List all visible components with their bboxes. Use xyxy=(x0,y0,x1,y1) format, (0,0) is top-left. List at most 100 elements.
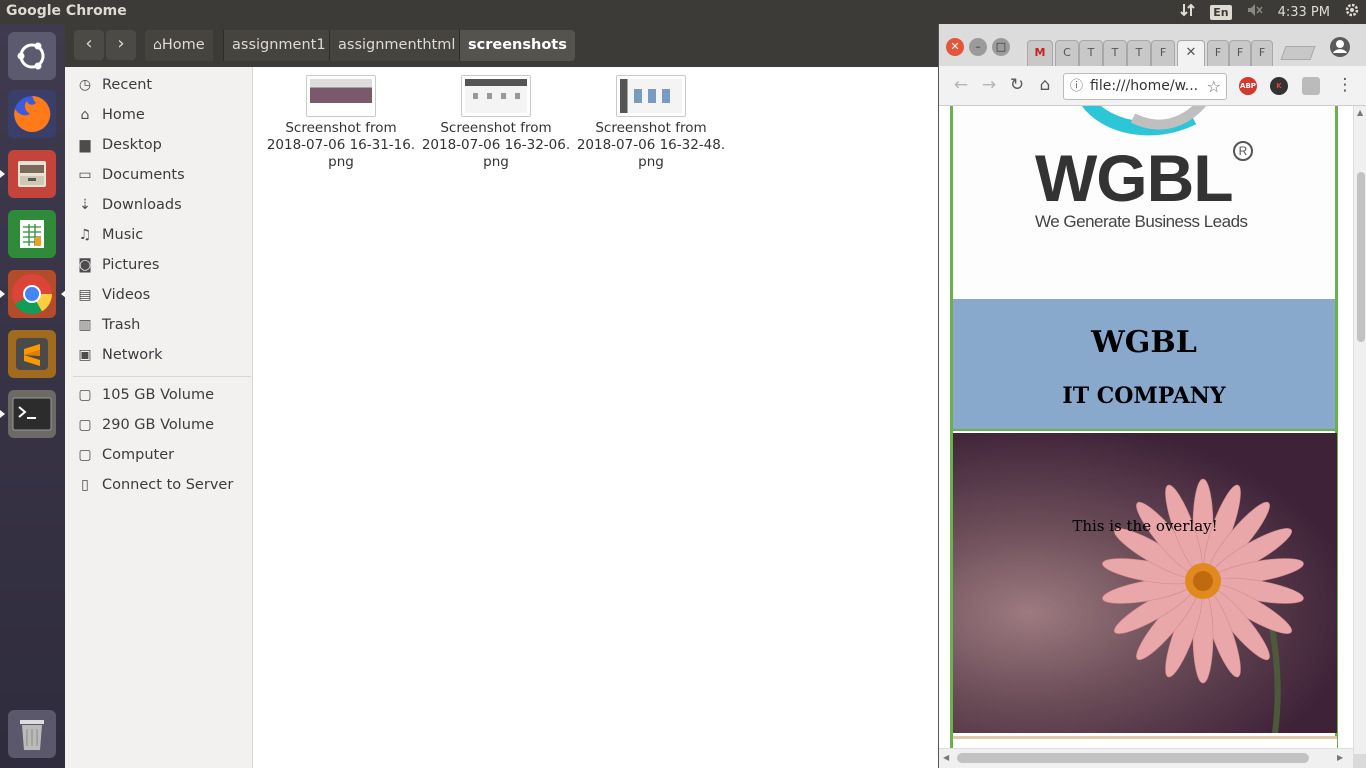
tab-active[interactable]: ✕ xyxy=(1177,40,1205,66)
profile-button[interactable] xyxy=(1327,34,1353,60)
sidebar-item-pictures[interactable]: ◙ Pictures xyxy=(65,250,253,280)
launcher-files-button[interactable] xyxy=(0,148,58,200)
sidebar-item-desktop[interactable]: ▆ Desktop xyxy=(65,130,253,160)
forward-button[interactable]: → xyxy=(977,74,1001,98)
places-sidebar: ◷ Recent ⌂ Home ▆ Desktop ▭ Documents ⇣ Downl… xyxy=(65,67,253,768)
file-name: Screenshot from 2018-07-06 16-32-48. png xyxy=(576,120,726,170)
tab-strip: ✕ – □ M C T T T F ✕ F F F xyxy=(939,24,1366,66)
chrome-menu-button[interactable]: ⋮ xyxy=(1333,74,1357,98)
forward-button[interactable]: › xyxy=(106,30,136,60)
horizontal-scrollbar[interactable]: ◀ ▶ xyxy=(939,748,1353,768)
camera-icon: ◙ xyxy=(78,257,92,273)
home-icon: ⌂ xyxy=(153,37,162,53)
page-heading: WGBL xyxy=(1091,325,1197,360)
launcher-terminal-button[interactable] xyxy=(0,388,58,440)
tab-3[interactable]: T xyxy=(1079,40,1103,66)
tab-5[interactable]: T xyxy=(1127,40,1151,66)
tab-8[interactable]: F xyxy=(1207,40,1229,66)
sidebar-item-trash[interactable]: ▥ Trash xyxy=(65,310,253,340)
bookmark-star-icon[interactable]: ☆ xyxy=(1207,74,1221,99)
home-icon: ⌂ xyxy=(80,107,90,123)
running-indicator xyxy=(0,290,5,298)
breadcrumb-home[interactable]: ⌂Home xyxy=(145,30,213,61)
terminal-icon xyxy=(8,390,56,438)
close-tab-icon[interactable]: ✕ xyxy=(1186,45,1197,60)
vertical-scroll-thumb[interactable] xyxy=(1357,172,1365,342)
network-updown-icon[interactable] xyxy=(1180,2,1196,22)
breadcrumb-assignment1[interactable]: assignment1 xyxy=(223,30,334,61)
sidebar-item-volume-290[interactable]: ▢ 290 GB Volume xyxy=(65,410,253,440)
top-panel: Google Chrome En 4:33 PM xyxy=(0,0,1366,24)
network-icon: ▣ xyxy=(78,347,92,363)
file-cabinet-icon xyxy=(8,150,56,198)
address-bar[interactable]: ⓘ file:///home/w... ☆ xyxy=(1063,73,1227,100)
tab-2[interactable]: C xyxy=(1055,40,1079,66)
file-thumbnail xyxy=(306,75,376,117)
trash-icon: ▥ xyxy=(78,317,92,333)
sidebar-item-connect-to-server[interactable]: ▯ Connect to Server xyxy=(65,470,253,500)
file-item[interactable]: Screenshot from 2018-07-06 16-31-16. png xyxy=(266,75,416,171)
volume-muted-icon[interactable] xyxy=(1246,2,1264,22)
launcher-firefox-button[interactable] xyxy=(6,88,58,140)
profile-avatar-icon xyxy=(1330,37,1350,57)
tab-gmail[interactable]: M xyxy=(1027,40,1053,66)
sidebar-item-downloads[interactable]: ⇣ Downloads xyxy=(65,190,253,220)
clock[interactable]: 4:33 PM xyxy=(1278,5,1330,20)
horizontal-scroll-thumb[interactable] xyxy=(957,753,1309,763)
breadcrumb-screenshots[interactable]: screenshots xyxy=(459,30,575,61)
tab-6[interactable]: F xyxy=(1151,40,1175,66)
launcher-chrome-button[interactable] xyxy=(0,268,66,320)
file-name: Screenshot from 2018-07-06 16-31-16. png xyxy=(266,120,416,170)
launcher-calc-button[interactable] xyxy=(6,208,58,260)
close-icon: ✕ xyxy=(950,40,960,53)
tab-4[interactable]: T xyxy=(1103,40,1127,66)
info-icon[interactable]: ⓘ xyxy=(1070,74,1083,99)
adblock-plus-icon[interactable]: ABP xyxy=(1239,77,1257,95)
back-button[interactable]: ‹ xyxy=(74,30,104,60)
arrow-right-icon: → xyxy=(981,75,997,95)
scroll-left-arrow-icon[interactable]: ◀ xyxy=(943,753,949,762)
minimize-window-button[interactable]: – xyxy=(969,38,987,56)
server-icon: ▯ xyxy=(81,477,89,493)
reload-button[interactable]: ↻ xyxy=(1005,74,1029,98)
file-item[interactable]: Screenshot from 2018-07-06 16-32-48. png xyxy=(576,75,726,171)
arrow-left-icon: ← xyxy=(953,75,969,95)
sidebar-item-network[interactable]: ▣ Network xyxy=(65,340,253,370)
chrome-icon xyxy=(8,270,56,318)
back-button[interactable]: ← xyxy=(949,74,973,98)
reload-icon: ↻ xyxy=(1009,75,1025,95)
extension-grey-icon[interactable] xyxy=(1302,77,1320,95)
flower-image-section: This is the overlay! xyxy=(953,433,1337,733)
tab-10[interactable]: F xyxy=(1251,40,1273,66)
home-button[interactable]: ⌂ xyxy=(1033,74,1057,98)
drive-icon: ▢ xyxy=(78,387,92,403)
launcher-dash-button[interactable] xyxy=(6,30,58,82)
sidebar-item-videos[interactable]: ▤ Videos xyxy=(65,280,253,310)
scroll-up-arrow-icon[interactable]: ▲ xyxy=(1357,108,1363,117)
overlay-text: This is the overlay! xyxy=(1072,517,1218,535)
new-tab-button[interactable] xyxy=(1280,46,1316,60)
sidebar-item-recent[interactable]: ◷ Recent xyxy=(65,70,253,100)
maximize-window-button[interactable]: □ xyxy=(992,38,1010,56)
sidebar-item-documents[interactable]: ▭ Documents xyxy=(65,160,253,190)
keyboard-language-indicator[interactable]: En xyxy=(1210,4,1232,20)
sidebar-item-music[interactable]: ♫ Music xyxy=(65,220,253,250)
close-window-button[interactable]: ✕ xyxy=(946,38,964,56)
launcher-trash-button[interactable] xyxy=(6,708,58,760)
file-item[interactable]: Screenshot from 2018-07-06 16-32-06. png xyxy=(421,75,571,171)
scroll-right-arrow-icon[interactable]: ▶ xyxy=(1337,753,1343,762)
vertical-scrollbar[interactable]: ▲ xyxy=(1353,106,1366,754)
sidebar-item-volume-105[interactable]: ▢ 105 GB Volume xyxy=(65,380,253,410)
sublime-text-icon xyxy=(8,330,56,378)
launcher-sublime-button[interactable] xyxy=(6,328,58,380)
sidebar-item-computer[interactable]: ▢ Computer xyxy=(65,440,253,470)
tab-9[interactable]: F xyxy=(1229,40,1251,66)
sidebar-item-home[interactable]: ⌂ Home xyxy=(65,100,253,130)
settings-gear-icon[interactable] xyxy=(1344,2,1360,22)
daisy-flower-image xyxy=(1102,478,1304,733)
chevron-right-icon: › xyxy=(117,33,125,54)
sidebar-divider xyxy=(73,376,251,377)
extension-k-icon[interactable]: K xyxy=(1270,77,1288,95)
music-icon: ♫ xyxy=(78,227,92,243)
breadcrumb-assignmenthtml[interactable]: assignmenthtml xyxy=(329,30,464,61)
